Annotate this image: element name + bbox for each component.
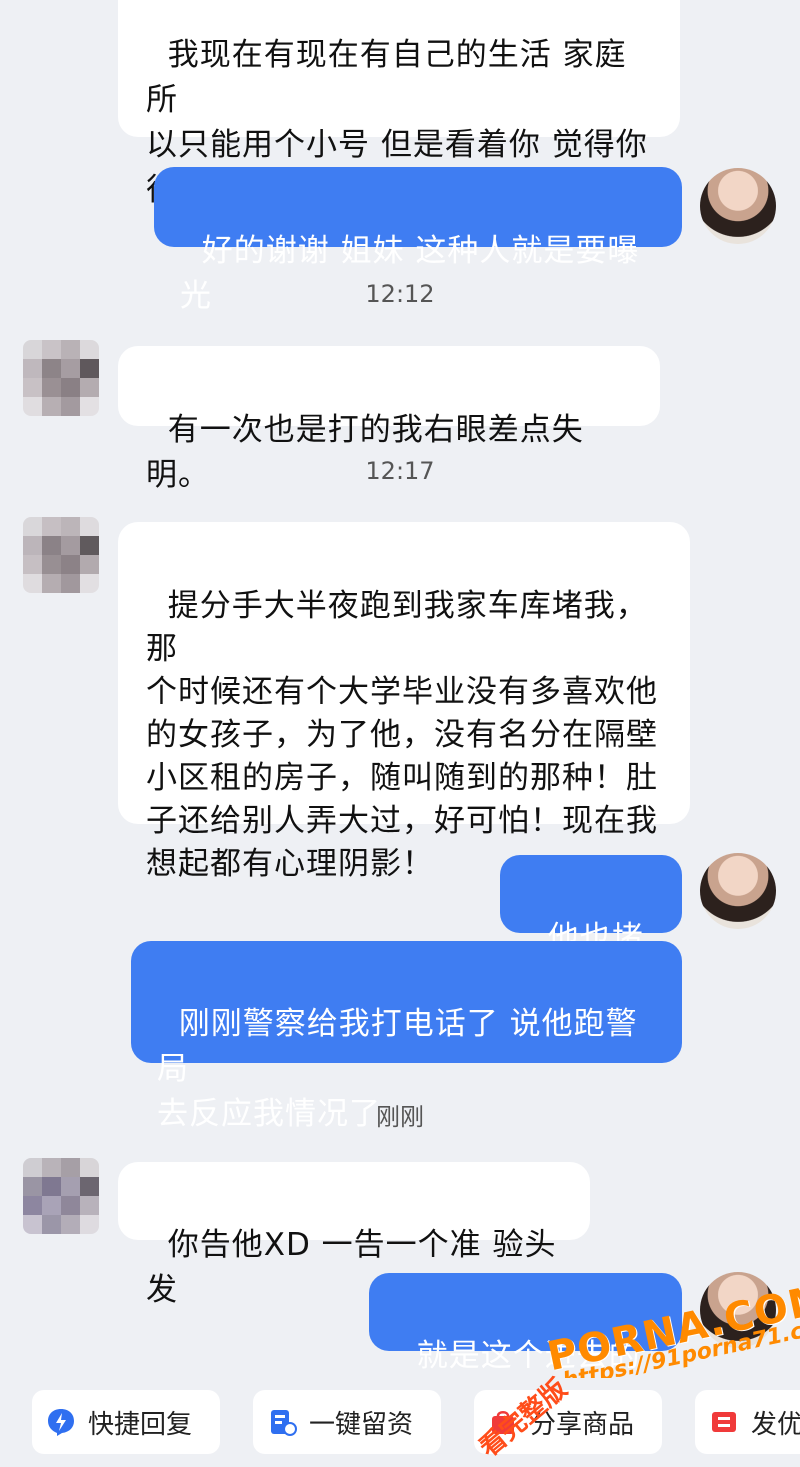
contact-avatar-blurred[interactable] xyxy=(23,1158,99,1234)
self-avatar[interactable] xyxy=(700,168,776,244)
message-bubble-right: 好的谢谢 姐妹 这种人就是要曝光 xyxy=(154,167,682,314)
timestamp: 刚刚 xyxy=(376,1103,424,1131)
message-bubble-right: 刚刚警察给我打电话了 说他跑警局 去反应我情况了 xyxy=(131,941,682,1132)
quick-reply-label: 快捷回复 xyxy=(88,1409,193,1440)
coupon-icon xyxy=(712,1412,736,1432)
timestamp: 12:12 xyxy=(365,280,435,308)
send-coupon-label: 发优 xyxy=(751,1409,800,1440)
message-text: 提分手大半夜跑到我家车库堵我，那 个时候还有个大学毕业没有多喜欢他 的女孩子，为… xyxy=(146,588,658,882)
form-icon xyxy=(271,1410,297,1436)
self-avatar[interactable] xyxy=(700,853,776,929)
timestamp: 12:17 xyxy=(365,457,435,485)
contact-avatar-blurred[interactable] xyxy=(23,517,99,593)
quick-reply-button[interactable]: 快捷回复 xyxy=(32,1390,220,1454)
leave-info-button[interactable]: 一键留资 xyxy=(253,1390,441,1454)
message-bubble-left: 你告他XD 一告一个准 验头发 xyxy=(118,1162,590,1308)
contact-avatar-blurred[interactable] xyxy=(23,340,99,416)
message-bubble-left: 提分手大半夜跑到我家车库堵我，那 个时候还有个大学毕业没有多喜欢他 的女孩子，为… xyxy=(118,522,690,882)
quick-action-toolbar: 快捷回复 一键留资 分享商品 发优 xyxy=(0,1378,800,1467)
send-coupon-button[interactable]: 发优 xyxy=(695,1390,800,1454)
lightning-bubble-icon xyxy=(48,1409,74,1436)
message-bubble-left: 有一次也是打的我右眼差点失明。 xyxy=(118,346,660,493)
message-bubble-right: 他也堵我 xyxy=(500,855,682,1001)
leave-info-label: 一键留资 xyxy=(309,1409,414,1440)
message-bubble-left: 我现在有现在有自己的生活 家庭 所 以只能用个小号 但是看着你 觉得你 很勇敢 … xyxy=(118,0,680,208)
